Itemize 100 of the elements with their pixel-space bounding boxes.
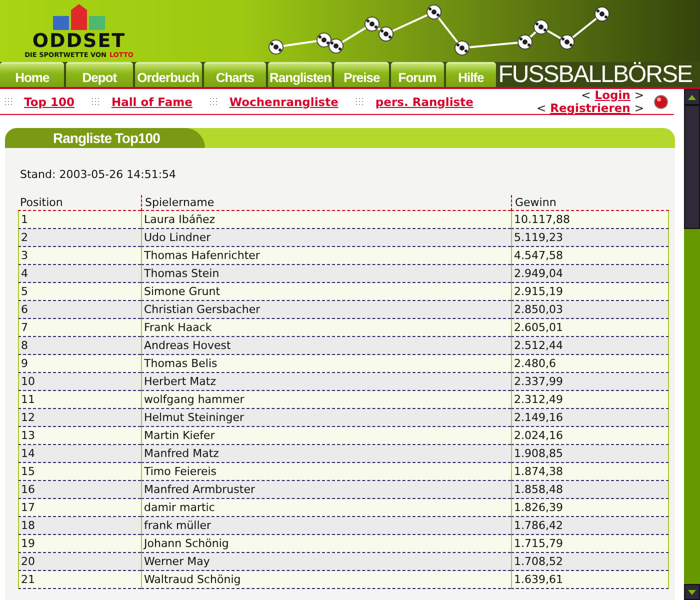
table-cell: 1.708,52 <box>511 553 669 571</box>
table-cell: 1.639,61 <box>511 571 669 589</box>
football-icon <box>268 40 284 54</box>
table-cell: 2.480,6 <box>511 355 669 373</box>
table-cell: wolfgang hammer <box>141 391 511 409</box>
table-cell: Manfred Matz <box>141 445 511 463</box>
table-cell: 2.949,04 <box>511 265 669 283</box>
table-cell: 1.826,39 <box>511 499 669 517</box>
football-icon <box>426 4 442 20</box>
nav-tab[interactable]: Hilfe <box>446 62 496 87</box>
table-cell: 1 <box>18 211 141 229</box>
table-cell: 2.605,01 <box>511 319 669 337</box>
nav-tab[interactable]: Orderbuch <box>134 62 202 87</box>
table-cell: 1.858,48 <box>511 481 669 499</box>
table-cell: 12 <box>18 409 141 427</box>
logo-wordmark: ODDSET <box>32 32 126 51</box>
subnav-link[interactable]: Top 100 <box>24 94 74 108</box>
table-cell: 1.874,38 <box>511 463 669 481</box>
table-cell: 18 <box>18 517 141 535</box>
table-cell: 2.915,19 <box>511 283 669 301</box>
table-cell: Timo Feiereis <box>141 463 511 481</box>
nav-tab[interactable]: Forum <box>390 62 444 87</box>
table-cell: Thomas Hafenrichter <box>141 247 511 265</box>
table-cell: 2.512,44 <box>511 337 669 355</box>
table-cell: 2.312,49 <box>511 391 669 409</box>
subnav-link[interactable]: Hall of Fame <box>111 94 192 108</box>
table-cell: Udo Lindner <box>141 229 511 247</box>
status-light-icon <box>654 94 668 108</box>
table-cell: 10 <box>18 373 141 391</box>
football-icon <box>454 40 470 56</box>
table-cell: Frank Haack <box>141 319 511 337</box>
table-cell: 13 <box>18 427 141 445</box>
nav-tab[interactable]: Ranglisten <box>268 62 332 87</box>
table-cell: Helmut Steininger <box>141 409 511 427</box>
football-icon <box>534 20 548 34</box>
table-cell: Werner May <box>141 553 511 571</box>
table-cell: 10.117,88 <box>511 211 669 229</box>
account-link[interactable]: Registrieren <box>550 102 630 114</box>
table-cell: 14 <box>18 445 141 463</box>
nav-tab[interactable]: Depot <box>66 62 133 87</box>
table-cell: 20 <box>18 553 141 571</box>
table-cell: 16 <box>18 481 141 499</box>
table-cell: 19 <box>18 535 141 553</box>
table-cell: 2.024,16 <box>511 427 669 445</box>
table-cell: 15 <box>18 463 141 481</box>
football-icon <box>364 16 380 32</box>
table-cell: frank müller <box>141 517 511 535</box>
football-icon <box>594 6 610 22</box>
bracket-text: > <box>634 88 644 102</box>
football-icon <box>518 34 532 50</box>
football-icon <box>328 38 344 54</box>
table-cell: Johann Schönig <box>141 535 511 553</box>
table-cell: Manfred Armbruster <box>141 481 511 499</box>
table-cell: 1.715,79 <box>511 535 669 553</box>
table-cell: 4.547,58 <box>511 247 669 265</box>
logo-drawing <box>53 4 105 30</box>
subnav-link[interactable]: pers. Rangliste <box>375 94 474 108</box>
table-cell: 1.908,85 <box>511 445 669 463</box>
scrollbar[interactable] <box>684 89 700 600</box>
table-cell: Andreas Hovest <box>141 337 511 355</box>
account-link[interactable]: Login <box>594 88 630 102</box>
site-title: FUSSBALLBÖRSE <box>498 62 693 87</box>
table-cell: Waltraud Schönig <box>141 571 511 589</box>
scroll-down-icon[interactable] <box>688 590 696 594</box>
table-cell: 2 <box>18 229 141 247</box>
table-cell: 11 <box>18 391 141 409</box>
nav-tab[interactable]: Charts <box>204 62 266 87</box>
table-cell: Laura Ibáñez <box>141 211 511 229</box>
table-cell: Christian Gersbacher <box>141 301 511 319</box>
bracket-text: < <box>581 88 591 102</box>
football-icon <box>560 34 574 50</box>
subnav-link[interactable]: Wochenrangliste <box>229 94 338 108</box>
table-cell: 9 <box>18 355 141 373</box>
nav-tab[interactable]: Home <box>0 62 64 87</box>
football-icon <box>378 26 394 42</box>
timestamp-text: Stand: 2003-05-26 14:51:54 <box>20 168 178 181</box>
bracket-text: > <box>634 102 644 114</box>
table-cell: 6 <box>18 301 141 319</box>
table-cell: damir martic <box>141 499 511 517</box>
table-cell: 2.149,16 <box>511 409 669 427</box>
table-cell: 2.850,03 <box>511 301 669 319</box>
table-cell: 17 <box>18 499 141 517</box>
table-cell: 3 <box>18 247 141 265</box>
table-cell: 5.119,23 <box>511 229 669 247</box>
table-cell: Thomas Stein <box>141 265 511 283</box>
table-cell: 21 <box>18 571 141 589</box>
table-cell: 1.786,42 <box>511 517 669 535</box>
table-cell: 2.337,99 <box>511 373 669 391</box>
table-cell: 7 <box>18 319 141 337</box>
scroll-thumb[interactable] <box>684 105 700 229</box>
table-cell: 8 <box>18 337 141 355</box>
scroll-up-icon[interactable] <box>688 94 696 100</box>
table-cell: 5 <box>18 283 141 301</box>
football-icon <box>316 32 332 48</box>
panel-title: Rangliste Top100 <box>5 128 205 148</box>
table-cell: Thomas Belis <box>141 355 511 373</box>
table-cell: Martin Kiefer <box>141 427 511 445</box>
nav-tab[interactable]: Preise <box>334 62 389 87</box>
table-cell: Simone Grunt <box>141 283 511 301</box>
bracket-text: < <box>536 102 546 114</box>
